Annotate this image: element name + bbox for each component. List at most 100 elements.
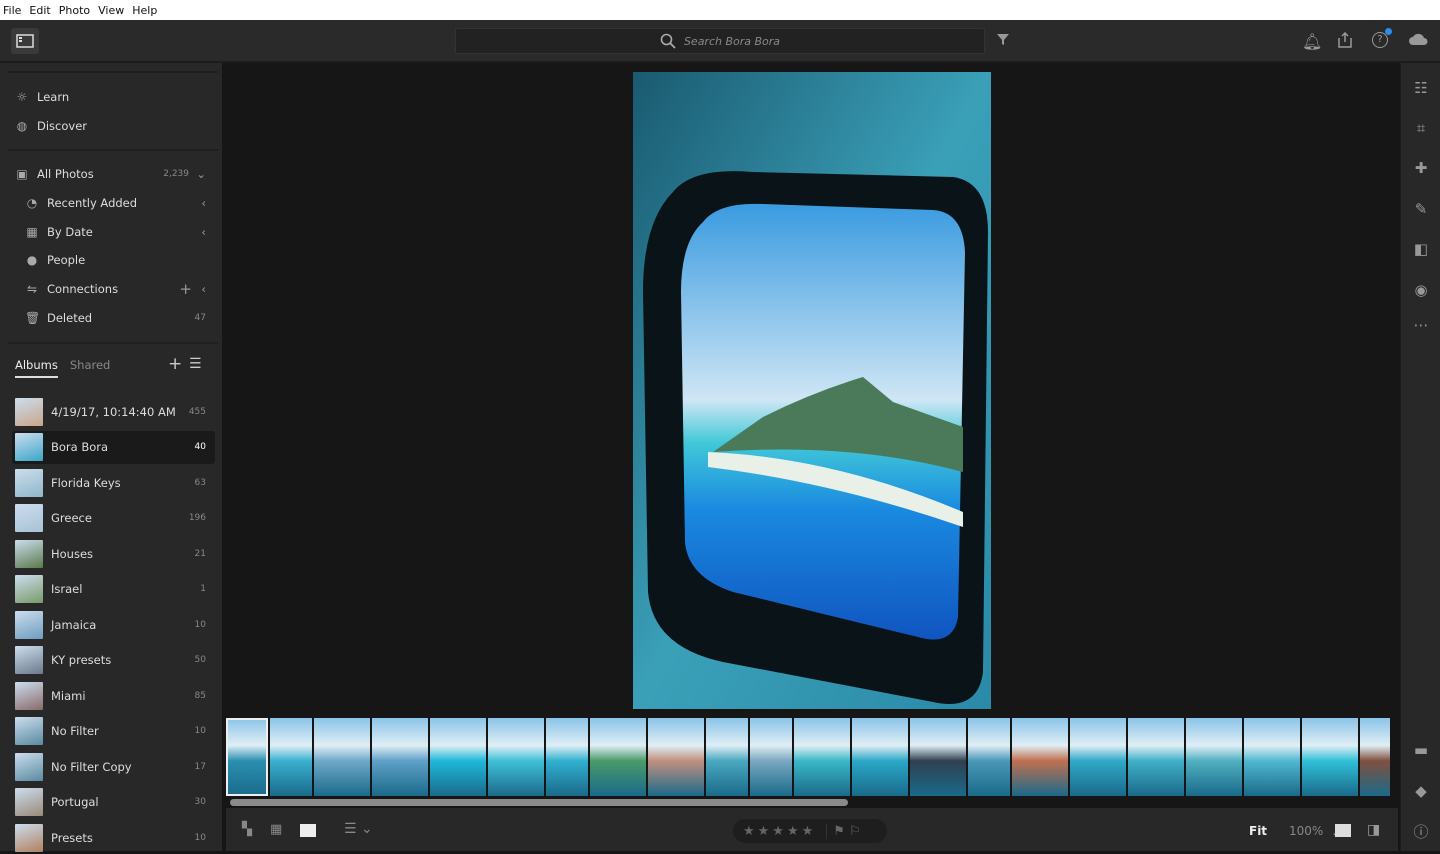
nav-discover[interactable]: ◍ Discover [0,113,222,139]
filmstrip-thumbnail[interactable] [750,718,792,796]
panel-icon [16,34,34,48]
square-grid-icon[interactable]: ▚ [242,822,252,837]
flag-reject-icon[interactable]: ⚐ [849,824,861,839]
more-icon[interactable]: ⋯ [1412,316,1430,334]
add-album-icon[interactable]: + [168,354,182,374]
filmstrip-thumbnail[interactable] [1070,718,1126,796]
filmstrip-thumbnail[interactable] [270,718,312,796]
comment-icon[interactable]: ▬ [1412,741,1430,759]
linear-gradient-icon[interactable]: ◧ [1412,240,1430,258]
filmstrip-thumbnail[interactable] [1244,718,1300,796]
tab-shared[interactable]: Shared [70,358,111,378]
filmstrip-toggle-icon[interactable] [1335,824,1351,837]
nav-learn-label: Learn [37,90,70,104]
filmstrip-thumbnail[interactable] [226,718,268,796]
compare-icon[interactable]: ◨ [1367,822,1380,838]
nav-deleted-label: Deleted [47,311,93,325]
album-item[interactable]: KY presets 50 [12,644,215,677]
nav-by-date-label: By Date [47,225,93,239]
tag-icon[interactable]: ◆ [1412,782,1430,800]
filmstrip-thumbnail[interactable] [314,718,370,796]
album-count: 10 [194,832,206,843]
filmstrip-thumbnail[interactable] [968,718,1010,796]
detail-view-icon[interactable] [300,824,316,837]
nav-by-date[interactable]: ▦ By Date ‹ [0,219,222,245]
menu-help[interactable]: Help [132,4,157,17]
chevron-left-icon[interactable]: ‹ [201,282,206,296]
edit-sliders-icon[interactable]: ☷ [1412,79,1430,97]
bell-icon[interactable]: 🔔︎ [1302,32,1322,51]
menu-file[interactable]: File [3,4,21,17]
filmstrip-thumbnail[interactable] [706,718,748,796]
sort-icon[interactable]: ☰ [189,356,202,372]
album-item[interactable]: Jamaica 10 [12,608,215,641]
album-name: Miami [51,688,86,703]
tab-albums[interactable]: Albums [15,358,58,378]
cloud-icon[interactable] [1408,32,1430,46]
chevron-left-icon[interactable]: ‹ [201,225,206,239]
filmstrip-thumbnail[interactable] [1012,718,1068,796]
menu-view[interactable]: View [98,4,124,17]
add-connection-icon[interactable]: + [179,280,192,298]
brush-icon[interactable]: ✎ [1412,200,1430,218]
star-rating[interactable]: ★★★★★ [743,824,816,839]
toggle-panel-button[interactable] [11,28,39,54]
filmstrip-thumbnail[interactable] [590,718,646,796]
search-input[interactable]: Search Bora Bora [455,28,985,54]
filmstrip-thumbnail[interactable] [488,718,544,796]
filter-icon[interactable] [996,32,1010,46]
album-count: 21 [194,548,206,559]
album-name: Jamaica [51,617,97,632]
help-icon[interactable]: ? [1372,28,1392,48]
filmstrip-thumbnail[interactable] [852,718,908,796]
nav-people[interactable]: ● People [0,247,222,273]
nav-deleted[interactable]: 🗑︎ Deleted 47 [0,305,222,331]
filmstrip-thumbnail[interactable] [910,718,966,796]
filmstrip-thumbnail[interactable] [1128,718,1184,796]
zoom-level-dropdown[interactable]: 100% [1289,824,1323,838]
album-item[interactable]: No Filter 10 [12,715,215,748]
crop-icon[interactable]: ⌗ [1412,119,1430,137]
filmstrip-thumbnail[interactable] [648,718,704,796]
nav-learn[interactable]: ☼ Learn [0,84,222,110]
menu-edit[interactable]: Edit [29,4,50,17]
filmstrip-thumbnail[interactable] [1186,718,1242,796]
flag-pick-icon[interactable]: ⚑ [826,823,845,839]
filmstrip-thumbnail[interactable] [1302,718,1358,796]
filmstrip-thumbnail[interactable] [430,718,486,796]
album-item[interactable]: Bora Bora 40 [12,430,215,464]
grid-icon[interactable]: ▦ [270,822,282,837]
album-item[interactable]: Houses 21 [12,537,215,570]
share-icon[interactable] [1337,32,1353,48]
zoom-fit-button[interactable]: Fit [1249,824,1267,838]
healing-icon[interactable]: ✚ [1412,159,1430,177]
album-item[interactable]: Miami 85 [12,679,215,712]
search-icon [660,33,676,49]
filmstrip-thumbnail[interactable] [1360,718,1390,796]
filmstrip-thumbnail[interactable] [546,718,588,796]
album-item[interactable]: 4/19/17, 10:14:40 AM 455 [12,395,215,428]
nav-connections[interactable]: ⇋ Connections + ‹ [0,276,222,302]
filmstrip-thumbnail[interactable] [794,718,850,796]
info-icon[interactable]: ⓘ [1412,821,1430,841]
album-item[interactable]: Israel 1 [12,573,215,606]
chevron-left-icon[interactable]: ‹ [201,196,206,210]
album-count: 10 [194,726,206,736]
album-name: KY presets [51,653,112,667]
filmstrip-scrollbar[interactable] [230,799,848,806]
rating-flag-group: ★★★★★ ⚑ ⚐ [733,819,887,843]
album-item[interactable]: Florida Keys 63 [12,466,215,499]
album-item[interactable]: Presets 10 [12,821,215,854]
nav-all-photos[interactable]: ▣ All Photos 2,239 ⌄ [0,161,222,187]
album-item[interactable]: No Filter Copy 17 [12,750,215,783]
chevron-down-icon[interactable]: ⌄ [196,167,206,181]
sort-icon[interactable]: ☰ ⌄ [344,821,373,837]
album-item[interactable]: Greece 196 [12,502,215,535]
album-thumbnail [15,468,43,497]
radial-gradient-icon[interactable]: ◉ [1412,281,1430,299]
nav-recently-added[interactable]: ◔ Recently Added ‹ [0,190,222,216]
menu-photo[interactable]: Photo [59,4,90,17]
filmstrip-thumbnail[interactable] [372,718,428,796]
album-item[interactable]: Portugal 30 [12,786,215,819]
album-count: 85 [194,690,206,701]
